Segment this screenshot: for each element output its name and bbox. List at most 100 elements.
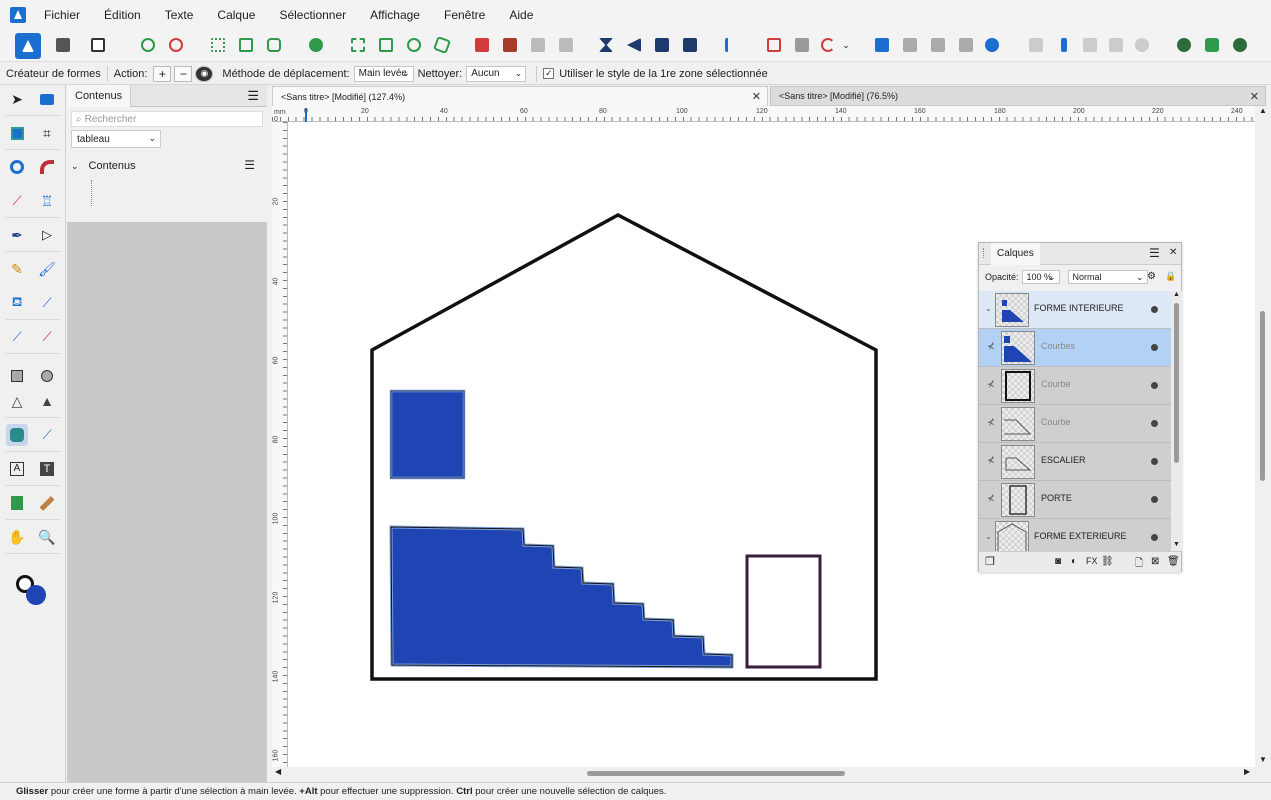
- visibility-dot-icon[interactable]: [1151, 344, 1158, 351]
- layer-row-forme-exterieure[interactable]: ⌄ FORME EXTERIEURE: [979, 519, 1171, 551]
- move-tool[interactable]: ➤: [6, 88, 28, 110]
- add-layer-icon[interactable]: 🗋: [1135, 556, 1143, 573]
- transparency-tool[interactable]: ⟋: [36, 292, 58, 314]
- opacity-input[interactable]: 100 % ⌄: [1021, 270, 1060, 284]
- fill-swatch[interactable]: [26, 585, 46, 605]
- contents-search-input[interactable]: ⌕ Rechercher: [71, 111, 263, 127]
- tile-button[interactable]: [1106, 35, 1126, 55]
- document-tab-2[interactable]: <Sans titre> [Modifié] (76.5%) ✕: [770, 86, 1266, 106]
- color-swatches[interactable]: [16, 575, 48, 607]
- scroll-up-icon[interactable]: ▲: [1259, 106, 1267, 115]
- preferences-button[interactable]: [1202, 35, 1222, 55]
- group-icon[interactable]: ⊠: [1151, 556, 1159, 567]
- boolean-xor-button[interactable]: [956, 35, 976, 55]
- arrange-backward-button[interactable]: [500, 35, 520, 55]
- gear-icon[interactable]: ⚙: [1147, 271, 1156, 282]
- gradient-tool[interactable]: ⟋: [36, 326, 58, 348]
- boolean-divide-button[interactable]: [982, 35, 1002, 55]
- mask-icon[interactable]: ◙: [1055, 556, 1061, 567]
- rectangle-tool[interactable]: [6, 365, 28, 387]
- scroll-right-icon[interactable]: ▶: [1244, 767, 1250, 776]
- panel-menu-icon[interactable]: ☰: [244, 158, 255, 172]
- grow-selection-button[interactable]: [348, 35, 368, 55]
- filter-icon[interactable]: ⛓: [1101, 556, 1114, 567]
- arrange-back-button[interactable]: [472, 35, 492, 55]
- rotate-right-button[interactable]: [680, 35, 700, 55]
- smooth-button[interactable]: [432, 35, 452, 55]
- frame-text-tool[interactable]: A: [6, 458, 28, 480]
- menu-affichage[interactable]: Affichage: [370, 8, 420, 22]
- layer-row-escalier[interactable]: ⊀ ESCALIER: [979, 443, 1171, 481]
- distribute-button[interactable]: [1026, 35, 1046, 55]
- horizontal-scroll-thumb[interactable]: [587, 771, 845, 776]
- align-button[interactable]: [722, 35, 742, 55]
- contents-source-select[interactable]: tableau ⌄: [71, 130, 161, 148]
- select-similar-button[interactable]: [306, 35, 326, 55]
- menu-texte[interactable]: Texte: [165, 8, 194, 22]
- scroll-down-icon[interactable]: ▼: [1259, 755, 1267, 764]
- vector-brush-tool[interactable]: 🖌: [36, 258, 58, 280]
- export-persona-button[interactable]: [88, 35, 108, 55]
- vertical-scroll-thumb[interactable]: [1260, 311, 1265, 481]
- pencil-tool[interactable]: ✎: [6, 258, 28, 280]
- move-method-select[interactable]: Main levée ⌄: [353, 65, 414, 82]
- fill-tool[interactable]: ⛾: [6, 292, 28, 314]
- lock-icon[interactable]: 🔒: [1165, 271, 1176, 282]
- ruler-horizontal[interactable]: mm 0 20 40 60 80 100 120 140 160 180 200…: [272, 106, 1255, 122]
- volume-tool[interactable]: ♖: [36, 190, 58, 212]
- pen-tool[interactable]: ✒: [6, 224, 28, 246]
- rotate-left-button[interactable]: [652, 35, 672, 55]
- more-shapes-tool[interactable]: ▲: [36, 390, 58, 412]
- menu-fenetre[interactable]: Fenêtre: [444, 8, 485, 22]
- use-style-checkbox[interactable]: ✓: [543, 68, 555, 79]
- panel-menu-icon[interactable]: ☰: [247, 88, 259, 104]
- close-icon[interactable]: ✕: [1250, 90, 1259, 103]
- transform-button[interactable]: [1080, 35, 1100, 55]
- geometry-button[interactable]: [1132, 35, 1152, 55]
- snapping-button[interactable]: [138, 35, 158, 55]
- layer-styles-icon[interactable]: ❐: [985, 555, 995, 568]
- designer-persona-button[interactable]: [15, 33, 41, 59]
- insert-target-button[interactable]: [764, 35, 784, 55]
- context-tool[interactable]: [6, 156, 28, 178]
- contour-menu-button[interactable]: ⌄: [840, 35, 852, 55]
- boolean-add-button[interactable]: [872, 35, 892, 55]
- menu-selectionner[interactable]: Sélectionner: [279, 8, 346, 22]
- space-button[interactable]: [1054, 35, 1074, 55]
- contour-button[interactable]: [818, 35, 838, 55]
- adjustment-icon[interactable]: ◐: [1071, 556, 1077, 567]
- ruler-vertical[interactable]: 0 20 40 60 80 100 120 140 160: [272, 116, 288, 767]
- deselect-button[interactable]: [236, 35, 256, 55]
- shape-builder-tool[interactable]: [6, 424, 28, 446]
- scroll-left-icon[interactable]: ◀: [275, 767, 281, 776]
- layer-row-courbe-1[interactable]: ⊀ Courbe: [979, 367, 1171, 405]
- layer-row-forme-interieure[interactable]: ⌄ FORME INTERIEURE: [979, 291, 1171, 329]
- flip-vertical-button[interactable]: [624, 35, 644, 55]
- action-subtract-button[interactable]: −: [174, 65, 193, 82]
- feather-button[interactable]: [404, 35, 424, 55]
- invert-selection-button[interactable]: [264, 35, 284, 55]
- action-add-button[interactable]: +: [153, 65, 172, 82]
- artboard-tool[interactable]: [6, 122, 28, 144]
- shrink-selection-button[interactable]: [376, 35, 396, 55]
- close-icon[interactable]: ✕: [1169, 247, 1177, 258]
- boolean-subtract-button[interactable]: [900, 35, 920, 55]
- layers-scroll-thumb[interactable]: [1174, 303, 1179, 463]
- table-tool[interactable]: [6, 492, 28, 514]
- zoom-tool[interactable]: 🔍: [36, 526, 58, 548]
- layer-row-courbe-2[interactable]: ⊀ Courbe: [979, 405, 1171, 443]
- tab-calques[interactable]: Calques: [991, 242, 1040, 265]
- scroll-down-icon[interactable]: ▼: [1173, 541, 1180, 548]
- layer-row-porte[interactable]: ⊀ PORTE: [979, 481, 1171, 519]
- node-tool[interactable]: ▷: [36, 224, 58, 246]
- trash-icon[interactable]: 🗑: [1167, 556, 1180, 567]
- scroll-up-icon[interactable]: ▲: [1173, 291, 1180, 298]
- vertical-scrollbar[interactable]: ▲ ▼: [1257, 106, 1269, 767]
- select-all-button[interactable]: [208, 35, 228, 55]
- layer-row-courbes[interactable]: ⊀ Courbes: [979, 329, 1171, 367]
- tab-contenus[interactable]: Contenus: [67, 84, 132, 107]
- document-tab-1[interactable]: <Sans titre> [Modifié] (127.4%) ✕: [272, 86, 768, 106]
- corner-tool[interactable]: [36, 156, 58, 178]
- clean-select[interactable]: Aucun ⌄: [466, 65, 527, 82]
- menu-aide[interactable]: Aide: [509, 8, 533, 22]
